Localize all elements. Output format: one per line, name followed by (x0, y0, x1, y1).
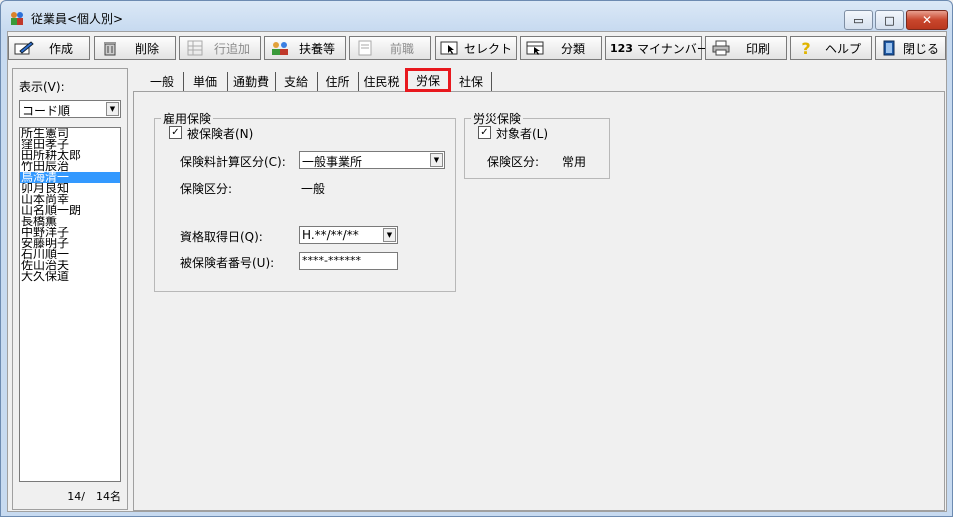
insured-label: 被保険者(N) (187, 127, 254, 141)
close-window-button[interactable]: ✕ (906, 10, 948, 30)
employee-list-item[interactable]: 卯月良知 (20, 183, 120, 194)
tab-7[interactable]: 社保 (451, 72, 492, 91)
toolbar: 作成 削除 行追加 扶養等 前職 セレクト 分類 123 マイナンバー 印刷 ?… (8, 34, 946, 64)
question-icon: ? (801, 38, 811, 58)
employee-list-item[interactable]: 竹田辰治 (20, 161, 120, 172)
close-button[interactable]: 閉じる (875, 36, 946, 60)
employee-list-item[interactable]: 鳥海清一 (20, 172, 120, 183)
add-row-button[interactable]: 行追加 (179, 36, 261, 60)
workers-comp-target-label: 対象者(L) (496, 127, 549, 141)
employee-list-item[interactable]: 中野洋子 (20, 227, 120, 238)
workers-comp-target-checkbox[interactable]: ✓ (478, 126, 491, 139)
tab-4[interactable]: 住所 (317, 72, 359, 91)
app-people-icon (11, 12, 23, 25)
tab-2[interactable]: 通勤費 (227, 72, 276, 91)
window-title: 従業員<個人別> (31, 12, 124, 26)
display-label: 表示(V): (19, 80, 65, 94)
tab-1[interactable]: 単価 (183, 72, 228, 91)
acquired-date-label: 資格取得日(Q): (180, 230, 263, 244)
maximize-button[interactable]: □ (875, 10, 904, 30)
tab-5[interactable]: 住民税 (358, 72, 406, 91)
printer-icon (710, 39, 732, 57)
trash-icon (99, 39, 121, 57)
employee-list[interactable]: 所生憲司 窪田孝子 田所耕太郎 竹田辰治 鳥海清一 卯月良知 山本尚幸 山名順一朗 長橋薫 中野洋… (19, 127, 121, 482)
employee-list-item[interactable]: 佐山治夫 (20, 260, 120, 271)
acquired-date-input[interactable]: H.**/**/** ▼ (299, 226, 398, 244)
chevron-down-icon[interactable]: ▼ (430, 153, 443, 167)
mynumber-button[interactable]: 123 マイナンバー (605, 36, 709, 60)
maximize-icon: □ (884, 13, 895, 27)
table-icon (184, 39, 206, 57)
help-button[interactable]: ? ヘルプ (790, 36, 872, 60)
dependents-button[interactable]: 扶養等 (264, 36, 346, 60)
client-area: 作成 削除 行追加 扶養等 前職 セレクト 分類 123 マイナンバー 印刷 ?… (7, 31, 947, 512)
ei-category-label: 保険区分: (180, 182, 233, 196)
tab-0[interactable]: 一般 (141, 72, 184, 91)
close-icon: ✕ (921, 12, 933, 27)
wc-category-value: 常用 (562, 155, 587, 169)
employee-list-item[interactable]: 大久保道 (20, 271, 120, 282)
classify-button[interactable]: 分類 (520, 36, 602, 60)
chevron-down-icon[interactable]: ▼ (106, 102, 119, 116)
create-button[interactable]: 作成 (8, 36, 90, 60)
employee-list-item[interactable]: 所生憲司 (20, 128, 120, 139)
insured-number-input[interactable]: ****-****** (299, 252, 398, 270)
document-icon (354, 39, 376, 57)
classify-cursor-icon (525, 39, 547, 57)
employee-pane: 表示(V): コード順 ▼ 所生憲司 窪田孝子 田所耕太郎 竹田辰治 鳥海清一 卯月良知山… (12, 68, 128, 510)
employee-list-item[interactable]: 山本尚幸 (20, 194, 120, 205)
calc-category-select[interactable]: 一般事業所 ▼ (299, 151, 445, 169)
exit-door-icon (880, 39, 899, 57)
select-cursor-icon (440, 39, 460, 57)
insured-checkbox[interactable]: ✓ (169, 126, 182, 139)
tab-strip: 一般 単価 通勤費 支給 住所 住民税 労保 社保 (133, 68, 945, 92)
wc-category-label: 保険区分: (487, 155, 540, 169)
minimize-button[interactable]: ▭ (844, 10, 873, 30)
employee-list-item[interactable]: 窪田孝子 (20, 139, 120, 150)
delete-button[interactable]: 削除 (94, 36, 176, 60)
employee-list-item[interactable]: 安藤明子 (20, 238, 120, 249)
previous-job-button[interactable]: 前職 (349, 36, 431, 60)
title-bar[interactable]: 従業員<個人別> ▭ □ ✕ (1, 1, 952, 31)
minimize-icon: ▭ (853, 13, 864, 27)
employee-list-item[interactable]: 田所耕太郎 (20, 150, 120, 161)
tab-6[interactable]: 労保 (405, 68, 451, 92)
employee-list-item[interactable]: 長橋薫 (20, 216, 120, 227)
app-window: 従業員<個人別> ▭ □ ✕ 作成 削除 行追加 扶養等 前職 セレクト 分類 … (0, 0, 953, 517)
select-button[interactable]: セレクト (435, 36, 517, 60)
family-icon (269, 39, 291, 57)
insured-number-label: 被保険者番号(U): (180, 256, 275, 270)
edit-pen-icon (13, 39, 35, 57)
calc-category-label: 保険料計算区分(C): (180, 155, 286, 169)
print-button[interactable]: 印刷 (705, 36, 787, 60)
ei-category-value: 一般 (301, 182, 326, 196)
sort-order-select[interactable]: コード順 ▼ (19, 100, 121, 118)
mynumber-123-icon: 123 (610, 41, 633, 55)
chevron-down-icon[interactable]: ▼ (383, 228, 396, 242)
employee-list-item[interactable]: 石川順一 (20, 249, 120, 260)
tab-3[interactable]: 支給 (275, 72, 318, 91)
employee-list-item[interactable]: 山名順一朗 (20, 205, 120, 216)
labor-insurance-panel: 雇用保険 ✓ 被保険者(N) 保険料計算区分(C): 一般事業所 ▼ 保険区分:… (133, 91, 945, 511)
employee-count: 14/ 14名 (67, 490, 121, 503)
